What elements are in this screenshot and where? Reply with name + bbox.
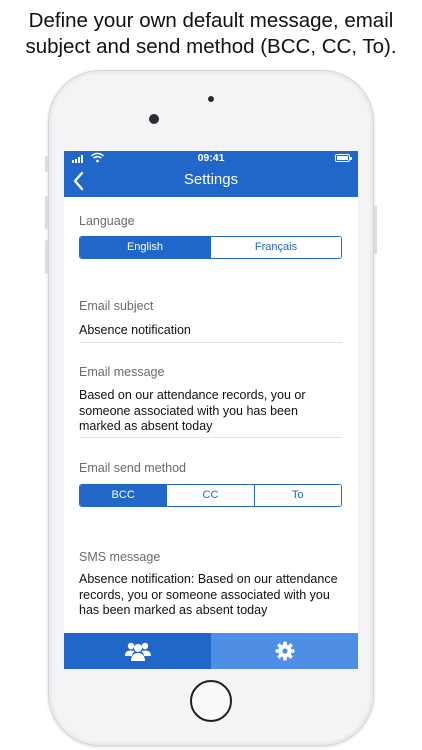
send-method-cc[interactable]: CC <box>166 485 254 506</box>
app-screen: 09:41 Settings Language English Français… <box>64 151 358 669</box>
email-subject-label: Email subject <box>79 299 154 313</box>
send-method-label: Email send method <box>79 461 187 475</box>
send-method-selector: BCC CC To <box>79 484 342 507</box>
phone-volume-up <box>45 196 48 230</box>
phone-camera <box>149 114 159 124</box>
email-message-field[interactable]: Based on our attendance records, you or … <box>79 388 342 435</box>
sms-message-label: SMS message <box>79 550 161 564</box>
email-message-label: Email message <box>79 365 165 379</box>
send-method-bcc[interactable]: BCC <box>80 485 167 506</box>
promo-caption: Define your own default message, email s… <box>0 8 422 60</box>
phone-power-button <box>374 206 377 254</box>
gear-icon <box>275 641 294 661</box>
tab-bar <box>64 633 358 669</box>
phone-speaker <box>208 96 214 102</box>
language-label: Language <box>79 214 135 228</box>
navigation-bar: Settings <box>64 166 358 197</box>
phone-volume-down <box>45 240 48 274</box>
tab-users[interactable] <box>64 633 211 669</box>
email-message-divider <box>79 437 342 438</box>
phone-mute-switch <box>45 156 48 172</box>
email-subject-divider <box>79 342 342 343</box>
language-option-francais[interactable]: Français <box>210 237 341 258</box>
tab-settings[interactable] <box>211 633 358 669</box>
status-time: 09:41 <box>197 152 225 164</box>
phone-home-button[interactable] <box>190 680 232 722</box>
email-subject-field[interactable]: Absence notification <box>79 323 342 339</box>
language-option-english[interactable]: English <box>80 237 210 258</box>
battery-icon <box>335 154 352 162</box>
status-bar: 09:41 <box>64 151 358 166</box>
caption-line-2: subject and send method (BCC, CC, To). <box>25 35 397 58</box>
page-title: Settings <box>183 171 239 188</box>
users-icon <box>124 642 151 661</box>
caption-line-1: Define your own default message, email <box>28 9 394 32</box>
sms-message-field[interactable]: Absence notification: Based on our atten… <box>79 572 342 619</box>
send-method-to[interactable]: To <box>253 485 341 506</box>
language-selector: English Français <box>79 236 342 259</box>
